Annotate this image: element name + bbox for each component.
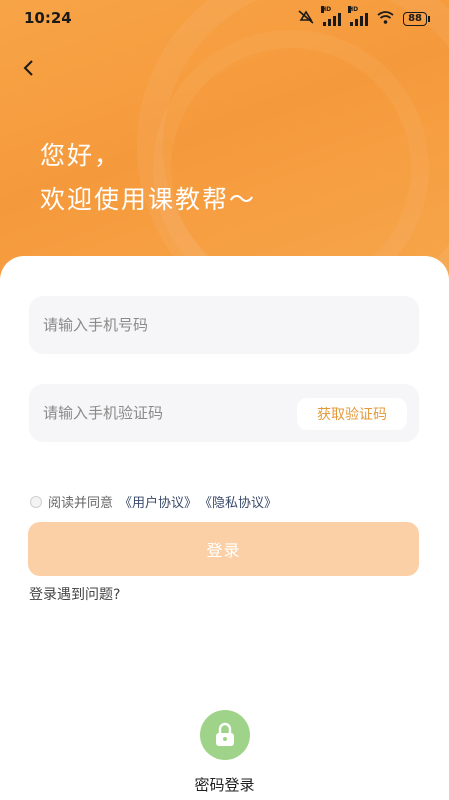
- back-button[interactable]: [16, 56, 40, 80]
- mute-alarm-icon: [298, 9, 314, 28]
- status-time: 10:24: [24, 9, 72, 27]
- code-input[interactable]: [43, 404, 283, 422]
- password-login-option[interactable]: 密码登录: [0, 710, 449, 795]
- status-bar: 10:24 HD HD 88: [0, 0, 449, 36]
- get-code-button[interactable]: 获取验证码: [297, 398, 407, 430]
- header-banner: 10:24 HD HD 88 您好， 欢迎使用课教帮～: [0, 0, 449, 300]
- status-icons: HD HD 88: [298, 5, 430, 28]
- battery-icon: 88: [403, 11, 430, 26]
- greeting-line-2: 欢迎使用课教帮～: [40, 185, 257, 214]
- privacy-agreement-link[interactable]: 《隐私协议》: [199, 492, 277, 511]
- login-card: 获取验证码 阅读并同意 《用户协议》 《隐私协议》 登录 登录遇到问题? 密码登…: [0, 256, 449, 800]
- greeting-line-1: 您好，: [40, 141, 122, 170]
- login-help-link[interactable]: 登录遇到问题?: [29, 584, 120, 604]
- phone-input[interactable]: [43, 316, 283, 334]
- user-agreement-link[interactable]: 《用户协议》: [119, 492, 197, 511]
- agreement-row: 阅读并同意 《用户协议》 《隐私协议》: [30, 492, 277, 511]
- lock-button[interactable]: [199, 710, 250, 760]
- phone-field[interactable]: [29, 296, 419, 354]
- signal-icon-2: HD: [348, 5, 369, 26]
- signal-icon-1: HD: [321, 5, 342, 26]
- greeting: 您好， 欢迎使用课教帮～: [40, 134, 256, 222]
- wifi-icon: [377, 9, 394, 28]
- signal-label-1: HD: [321, 5, 332, 13]
- login-button[interactable]: 登录: [28, 522, 419, 576]
- agree-text: 阅读并同意: [48, 496, 114, 511]
- code-field[interactable]: 获取验证码: [29, 384, 419, 442]
- agree-checkbox[interactable]: [30, 495, 42, 508]
- password-login-label: 密码登录: [194, 776, 255, 794]
- signal-label-2: HD: [348, 5, 359, 13]
- chevron-left-icon: [23, 60, 33, 76]
- lock-icon: [215, 722, 234, 746]
